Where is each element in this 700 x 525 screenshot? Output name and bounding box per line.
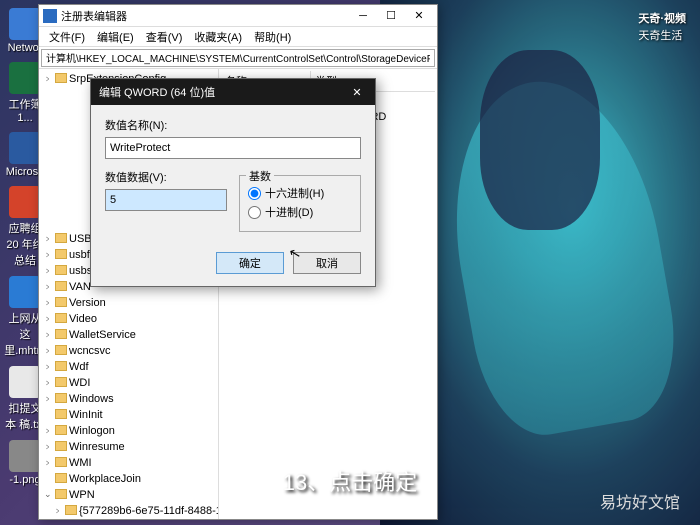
tree-node[interactable]: WPN	[51, 487, 216, 503]
video-caption: 13、点击确定	[283, 465, 417, 497]
watermark-top: 天奇·视频天奇生活	[638, 6, 686, 43]
data-label: 数值数据(V):	[105, 169, 227, 185]
window-title: 注册表编辑器	[61, 8, 349, 24]
data-input[interactable]	[105, 189, 227, 211]
dec-radio[interactable]	[248, 206, 261, 219]
minimize-button[interactable]: ─	[349, 6, 377, 26]
tree-node[interactable]: Winlogon	[51, 423, 216, 439]
base-group: 基数 十六进制(H) 十进制(D)	[239, 175, 361, 232]
watermark-bottom: 易坊好文馆	[600, 489, 680, 513]
hex-radio[interactable]	[248, 187, 261, 200]
edit-qword-dialog: 编辑 QWORD (64 位)值 ✕ 数值名称(N): 数值数据(V): 基数 …	[90, 78, 376, 287]
maximize-button[interactable]: ☐	[377, 6, 405, 26]
tree-node[interactable]: WMI	[51, 455, 216, 471]
app-icon	[9, 440, 41, 472]
title-bar[interactable]: 注册表编辑器 ─ ☐ ✕	[39, 5, 437, 27]
regedit-icon	[43, 9, 57, 23]
tree-node[interactable]: Windows	[51, 391, 216, 407]
hex-radio-label[interactable]: 十六进制(H)	[248, 185, 352, 201]
name-label: 数值名称(N):	[105, 117, 361, 133]
menu-bar: 文件(F)编辑(E)查看(V)收藏夹(A)帮助(H)	[39, 27, 437, 47]
dialog-close-button[interactable]: ✕	[347, 86, 367, 99]
name-input[interactable]	[105, 137, 361, 159]
app-icon	[9, 132, 41, 164]
tree-node[interactable]: WalletService	[51, 327, 216, 343]
app-icon	[9, 62, 41, 94]
tree-node[interactable]: Version	[51, 295, 216, 311]
close-button[interactable]: ✕	[405, 6, 433, 26]
app-icon	[9, 8, 41, 40]
menu-item[interactable]: 查看(V)	[140, 27, 189, 46]
tree-node[interactable]: WorkplaceJoin	[51, 471, 216, 487]
tree-node[interactable]: Winresume	[51, 439, 216, 455]
tree-node[interactable]: Wdf	[51, 359, 216, 375]
tree-node[interactable]: Video	[51, 311, 216, 327]
menu-item[interactable]: 收藏夹(A)	[188, 27, 248, 46]
dec-radio-label[interactable]: 十进制(D)	[248, 204, 352, 220]
menu-item[interactable]: 帮助(H)	[248, 27, 297, 46]
tree-node[interactable]: WDI	[51, 375, 216, 391]
tree-node[interactable]: WinInit	[51, 407, 216, 423]
ok-button[interactable]: 确定	[216, 252, 284, 274]
address-bar	[39, 47, 437, 69]
app-icon	[9, 276, 41, 308]
app-icon	[9, 366, 41, 398]
menu-item[interactable]: 编辑(E)	[91, 27, 140, 46]
cancel-button[interactable]: 取消	[293, 252, 361, 274]
dialog-title: 编辑 QWORD (64 位)值	[99, 84, 215, 100]
menu-item[interactable]: 文件(F)	[43, 27, 91, 46]
dialog-title-bar[interactable]: 编辑 QWORD (64 位)值 ✕	[91, 79, 375, 105]
address-input[interactable]	[41, 49, 435, 67]
app-icon	[9, 186, 41, 218]
tree-node[interactable]: {577289b6-6e75-11df-8488-18a905160fe0}	[61, 503, 216, 519]
base-legend: 基数	[246, 168, 274, 184]
tree-node[interactable]: wcncsvc	[51, 343, 216, 359]
